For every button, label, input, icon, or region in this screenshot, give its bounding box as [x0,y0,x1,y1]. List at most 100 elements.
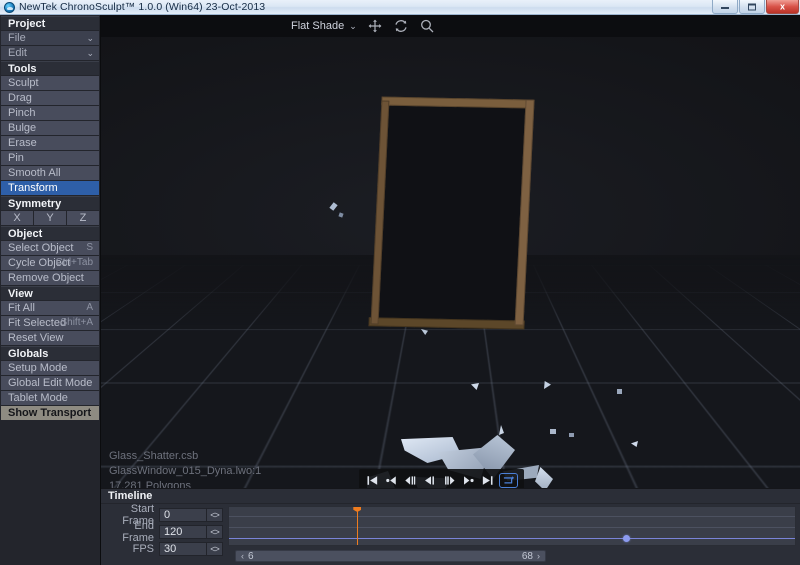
shading-mode-dropdown[interactable]: Flat Shade ⌄ [291,20,357,32]
sidebar-item-label: Drag [8,92,32,104]
timeline-track[interactable] [228,506,796,546]
hud-object-name: GlassWindow_015_Dyna.lwo:1 [109,465,262,477]
symmetry-axis-x[interactable]: X [1,211,33,225]
end-frame-field-row: End Frame 120 <> [105,520,223,544]
loop-icon[interactable] [498,472,518,488]
fps-field-row: FPS 30 <> [105,542,223,556]
sidebar-item-cycle-object[interactable]: Cycle Object Ctrl+Tab [1,256,99,270]
next-keyframe-icon[interactable] [461,472,476,488]
sidebar-item-erase[interactable]: Erase [1,136,99,150]
left-sidebar: Project File ⌄ Edit ⌄ Tools Sculpt Drag … [0,15,100,565]
timeline-title: Timeline [101,489,800,504]
timeline-range-scrollbar[interactable]: ‹ 6 68 › [235,550,546,562]
symmetry-axis-y[interactable]: Y [34,211,66,225]
start-frame-stepper[interactable]: <> [207,508,223,522]
window-frame-opening [378,105,526,321]
sidebar-item-label: Tablet Mode [8,392,68,404]
scrollbar-right-group[interactable]: 68 › [522,551,540,562]
sidebar-item-smooth-all[interactable]: Smooth All [1,166,99,180]
scrollbar-left-group[interactable]: ‹ 6 [241,551,254,562]
timeline-body: Start Frame 0 <> End Frame 120 <> FPS 30… [101,503,800,564]
sidebar-item-global-edit-mode[interactable]: Global Edit Mode [1,376,99,390]
end-frame-stepper[interactable]: <> [207,525,223,539]
glass-shard [550,429,556,434]
sidebar-item-fit-selected[interactable]: Fit Selected Shift+A [1,316,99,330]
playhead-handle[interactable] [353,507,362,512]
sidebar-header-project: Project [1,16,99,30]
go-to-start-icon[interactable] [365,472,380,488]
sidebar-item-fit-all[interactable]: Fit All A [1,301,99,315]
sidebar-dropdown-edit[interactable]: Edit ⌄ [1,46,99,60]
fps-input[interactable]: 30 [159,542,207,556]
sidebar-item-select-object[interactable]: Select Object S [1,241,99,255]
chevron-down-icon: ⌄ [86,33,94,43]
sidebar-item-pin[interactable]: Pin [1,151,99,165]
sidebar-header-globals: Globals [1,346,99,360]
track-lane-divider [229,516,795,517]
app-logo-icon [4,1,15,13]
keyframe-marker[interactable] [623,535,631,542]
sidebar-item-drag[interactable]: Drag [1,91,99,105]
previous-keyframe-icon[interactable] [384,472,399,488]
titlebar-left-group: NewTek ChronoSculpt™ 1.0.0 (Win64) 23-Oc… [4,1,265,13]
fps-stepper[interactable]: <> [207,542,223,556]
sidebar-item-setup-mode[interactable]: Setup Mode [1,361,99,375]
sidebar-header-view: View [1,286,99,300]
start-frame-input[interactable]: 0 [159,508,207,522]
sidebar-item-label: Bulge [8,122,37,134]
sidebar-item-label: Pinch [8,107,36,119]
sidebar-item-show-transport[interactable]: Show Transport [1,406,99,420]
window-controls: x [712,0,799,14]
sidebar-item-label: Show Transport [8,407,92,419]
track-lane-divider [229,527,795,528]
viewport-scene: Glass_Shatter.csb GlassWindow_015_Dyna.l… [101,37,800,488]
sidebar-item-pinch[interactable]: Pinch [1,106,99,120]
scroll-range-start: 6 [248,550,254,562]
sidebar-item-bulge[interactable]: Bulge [1,121,99,135]
close-button[interactable]: x [766,0,799,14]
minimize-icon [721,6,729,9]
pan-icon[interactable] [367,18,383,34]
viewport-toolbar-group: Flat Shade ⌄ [291,18,435,34]
sidebar-item-tablet-mode[interactable]: Tablet Mode [1,391,99,405]
3d-viewport[interactable]: Flat Shade ⌄ Glass_Shatter.csb GlassWind… [101,15,800,488]
play-reverse-icon[interactable] [422,472,437,488]
sidebar-item-label: Fit Selected [8,317,67,329]
sidebar-header-symmetry: Symmetry [1,196,99,210]
sidebar-item-shortcut: A [86,302,93,313]
sidebar-item-label: Global Edit Mode [8,377,93,389]
step-back-icon[interactable] [403,472,418,488]
timeline-playhead[interactable] [353,507,362,545]
sidebar-item-reset-view[interactable]: Reset View [1,331,99,345]
window-frame-mesh [368,96,535,330]
timeline-field-group: Start Frame 0 <> End Frame 120 <> FPS 30… [105,503,223,559]
timeline-panel: Timeline Start Frame 0 <> End Frame 120 [101,489,800,565]
sidebar-dropdown-file[interactable]: File ⌄ [1,31,99,45]
end-frame-input[interactable]: 120 [159,525,207,539]
chevron-down-icon: ⌄ [86,48,94,58]
sidebar-item-shortcut: S [86,242,93,253]
glass-shard [569,433,574,437]
sidebar-item-label: Select Object [8,242,74,254]
rotate-icon[interactable] [393,18,409,34]
end-frame-label: End Frame [122,520,154,544]
sidebar-item-remove-object[interactable]: Remove Object [1,271,99,285]
zoom-icon[interactable] [419,18,435,34]
fps-value: 30 [164,543,177,555]
symmetry-axis-z[interactable]: Z [67,211,99,225]
maximize-button[interactable] [739,0,765,14]
start-frame-value: 0 [164,509,171,521]
chevron-left-icon[interactable]: ‹ [241,551,244,561]
sidebar-header-tools: Tools [1,61,99,75]
sidebar-item-sculpt[interactable]: Sculpt [1,76,99,90]
go-to-end-icon[interactable] [480,472,495,488]
sidebar-item-shortcut: Ctrl+Tab [55,257,93,268]
shading-mode-label: Flat Shade [291,20,345,32]
chevron-right-icon[interactable]: › [537,551,540,561]
sidebar-item-label: Fit All [8,302,35,314]
sidebar-item-transform[interactable]: Transform [1,181,99,195]
timeline-scrollbar-trough [546,550,800,562]
play-forward-icon[interactable] [442,472,457,488]
sidebar-item-label: Reset View [8,332,64,344]
minimize-button[interactable] [712,0,738,14]
